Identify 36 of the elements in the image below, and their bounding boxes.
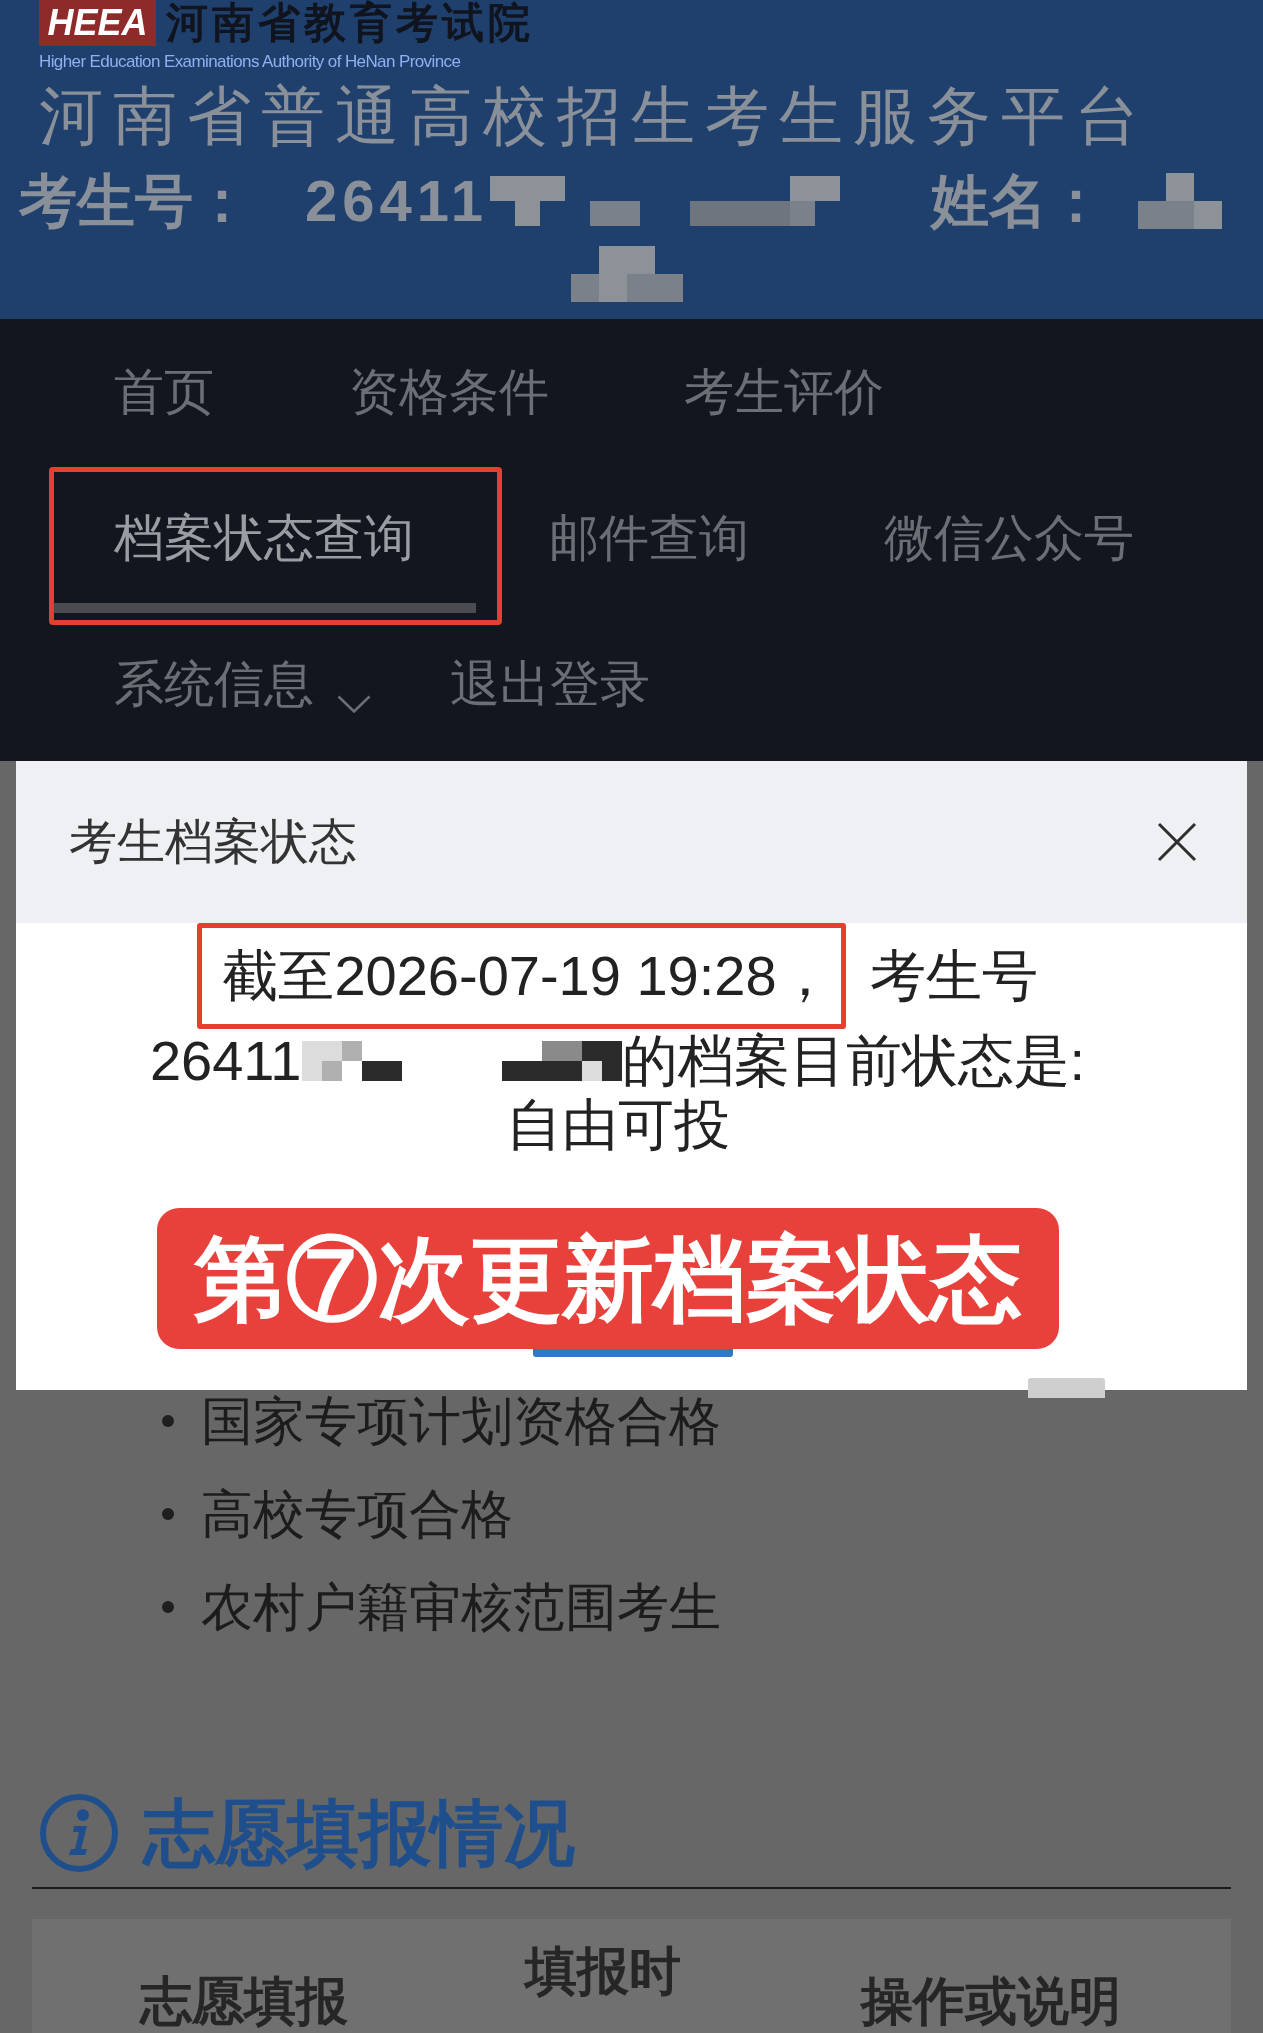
logo-subtitle: Higher Education Examinations Authority of HeNan Province	[39, 52, 461, 71]
field-value: 26411	[305, 171, 489, 231]
caption-banner: 第⑦次更新档案状态	[157, 1208, 1059, 1349]
bullet-icon	[162, 1415, 174, 1427]
close-button[interactable]	[1157, 822, 1197, 862]
logo-mark: HEEA	[39, 0, 156, 46]
column-header: 操作或说明	[861, 1975, 1121, 2027]
bullet-icon	[162, 1508, 174, 1520]
list-item-text: 国家专项计划资格合格	[201, 1393, 721, 1449]
section-title: 志愿填报情况	[143, 1793, 575, 1873]
nav-link[interactable]: 首页	[52, 330, 276, 467]
list-item-text: 高校专项合格	[201, 1486, 513, 1542]
dialog-title: 考生档案状态	[69, 816, 357, 868]
nav-link[interactable]: 档案状态查询	[52, 476, 476, 613]
bullet-icon	[162, 1601, 174, 1613]
column-header: 志愿填报	[139, 1975, 348, 2027]
nav-link[interactable]: 资格条件	[287, 330, 611, 467]
nav-link[interactable]: 邮件查询	[487, 476, 811, 613]
column-header: 填报时	[525, 1945, 681, 1997]
nav-link[interactable]: 退出登录	[388, 622, 712, 759]
highlighted-text: 截至2026-07-19 19:28，	[197, 923, 846, 1029]
field-label: 姓名：	[931, 171, 1106, 231]
logo-title: 河南省教育考试院	[166, 0, 534, 46]
dropdown-menu[interactable]: 系统信息	[52, 622, 377, 759]
message-text: 自由可投	[505, 1093, 730, 1157]
nav-link[interactable]: 考生评价	[622, 330, 946, 467]
field-label: 考生号：	[19, 171, 251, 231]
list-item-text: 农村户籍审核范围考生	[201, 1579, 721, 1635]
message-text: 考生号	[869, 944, 1038, 1008]
nav-link[interactable]: 微信公众号	[822, 476, 1196, 613]
message-text: 26411	[149, 1029, 302, 1093]
info-icon	[39, 1793, 119, 1873]
chevron-down-icon	[337, 695, 371, 713]
close-icon	[1157, 822, 1197, 862]
platform-title: 河南省普通高校招生考生服务平台	[39, 81, 1149, 151]
message-text: 的档案目前状态是:	[621, 1029, 1086, 1093]
